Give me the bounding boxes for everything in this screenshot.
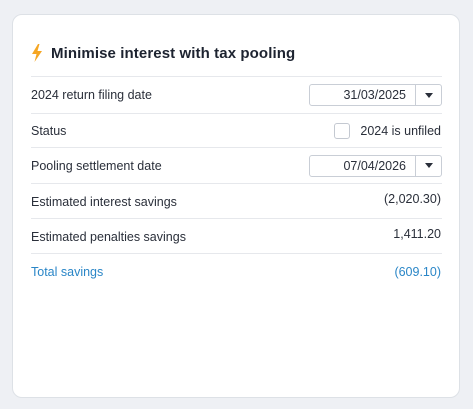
- settlement-date-row: Pooling settlement date 07/04/2026: [31, 147, 442, 183]
- filing-date-dropdown-button[interactable]: [415, 85, 441, 105]
- card-title: Minimise interest with tax pooling: [51, 44, 296, 62]
- settlement-date-dropdown-button[interactable]: [415, 155, 441, 176]
- status-label: Status: [31, 123, 67, 138]
- status-row: Status 2024 is unfiled: [31, 113, 442, 147]
- filing-date-label: 2024 return filing date: [31, 88, 152, 102]
- unfiled-checkbox-label: 2024 is unfiled: [360, 123, 441, 138]
- penalties-savings-label: Estimated penalties savings: [31, 230, 186, 244]
- settlement-date-select[interactable]: 07/04/2026: [309, 154, 442, 177]
- total-savings-label: Total savings: [31, 264, 104, 279]
- filing-date-value: 31/03/2025: [343, 88, 406, 102]
- interest-savings-row: Estimated interest savings (2,020.30): [31, 183, 442, 218]
- tax-pooling-card: Minimise interest with tax pooling 2024 …: [12, 14, 460, 398]
- unfiled-checkbox[interactable]: [334, 122, 351, 139]
- chevron-down-icon: [424, 92, 433, 98]
- filing-date-row: 2024 return filing date 31/03/2025: [31, 76, 442, 113]
- settlement-date-label: Pooling settlement date: [31, 158, 162, 173]
- total-savings-value: (609.10): [394, 264, 441, 279]
- unfiled-checkbox-group[interactable]: 2024 is unfiled: [334, 122, 442, 139]
- interest-savings-label: Estimated interest savings: [31, 195, 177, 209]
- card-header: Minimise interest with tax pooling: [31, 43, 295, 63]
- filing-date-select[interactable]: 31/03/2025: [309, 84, 442, 106]
- total-savings-row: Total savings (609.10): [31, 253, 442, 289]
- interest-savings-value: (2,020.30): [384, 192, 441, 206]
- penalties-savings-value: 1,411.20: [393, 227, 441, 241]
- settlement-date-value: 07/04/2026: [343, 158, 406, 173]
- penalties-savings-row: Estimated penalties savings 1,411.20: [31, 218, 442, 253]
- lightning-bolt-icon: [32, 44, 42, 62]
- chevron-down-icon: [424, 163, 433, 168]
